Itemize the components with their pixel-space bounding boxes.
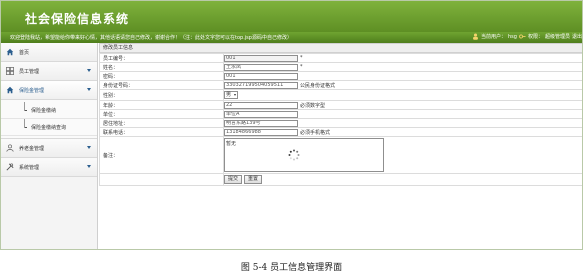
form-row: 年龄： 22 必须数字型 <box>99 100 582 110</box>
insurance-submenu: 保险金缴纳 保险金缴纳查询 <box>1 100 97 139</box>
remark-label: 备注： <box>99 136 224 174</box>
form-row: 联系电话： 13184866988 必须手机格式 <box>99 127 582 137</box>
person-icon <box>6 144 14 152</box>
reset-button[interactable]: 重置 <box>244 175 263 184</box>
sidebar-subitem-label: 保险金缴纳查询 <box>31 124 67 131</box>
required-mark: * <box>300 64 303 70</box>
phone-hint: 必须手机格式 <box>300 129 331 136</box>
form-row: 姓名： 王永凤 * <box>99 62 582 72</box>
password-label: 密码： <box>99 71 224 81</box>
name-label: 姓名： <box>99 62 224 72</box>
sidebar-item-label: 系统管理 <box>19 164 40 171</box>
emp-no-label: 员工编号： <box>99 53 224 63</box>
remark-textarea[interactable]: 暂无 <box>224 138 384 172</box>
sidebar-item-employee[interactable]: 员工管理 <box>1 62 97 81</box>
unit-field[interactable]: 单位A <box>224 110 298 118</box>
sidebar-item-pension[interactable]: 养老金管理 <box>1 139 97 158</box>
phone-label: 联系电话： <box>99 127 224 137</box>
id-card-field[interactable]: 330327199504059511 <box>224 81 298 89</box>
role-value: 超级管理员 <box>544 34 570 40</box>
gender-select[interactable]: 男 <box>224 91 238 99</box>
grid-icon <box>6 67 14 75</box>
home-icon <box>6 86 14 94</box>
form-row: 备注： 暂无 <box>99 136 582 174</box>
sidebar-subitem-payment-query[interactable]: 保险金缴纳查询 <box>1 119 97 136</box>
phone-field[interactable]: 13184866988 <box>224 128 298 136</box>
id-card-hint: 公民身份证格式 <box>300 82 336 89</box>
emp-no-field[interactable]: 001 <box>224 54 298 62</box>
form-title: 修改员工信息 <box>99 43 582 53</box>
sidebar: 首页 员工管理 保险金管理 保险金缴纳 保险金缴纳查询 养老金管理 系统管理 <box>1 43 98 249</box>
home-icon <box>6 48 14 56</box>
figure-caption: 图 5-4 员工信息管理界面 <box>240 263 343 273</box>
sidebar-subitem-label: 保险金缴纳 <box>31 107 57 114</box>
current-user-name: hsg <box>508 33 517 40</box>
sidebar-item-home[interactable]: 首页 <box>1 43 97 62</box>
user-info: 当前用户： hsg 权限： 超级管理员 退出 <box>472 33 582 40</box>
role-label: 权限： <box>527 34 543 40</box>
sidebar-item-label: 保险金管理 <box>19 87 45 94</box>
main-content: 修改员工信息 员工编号： 001 * 姓名： 王永凤 * 密码： 001 身份证… <box>99 43 582 249</box>
sidebar-subitem-payment[interactable]: 保险金缴纳 <box>1 102 97 119</box>
edit-employee-form: 员工编号： 001 * 姓名： 王永凤 * 密码： 001 身份证号码： 330… <box>99 53 582 186</box>
remark-text: 暂无 <box>226 141 237 147</box>
age-label: 年龄： <box>99 100 224 110</box>
age-hint: 必须数字型 <box>300 102 326 109</box>
form-row: 单位： 单位A <box>99 109 582 119</box>
gender-label: 性别： <box>99 89 224 101</box>
sidebar-item-insurance[interactable]: 保险金管理 <box>1 81 97 100</box>
form-row: 身份证号码： 330327199504059511 公民身份证格式 <box>99 80 582 90</box>
chevron-down-icon <box>234 94 236 96</box>
gender-selected: 男 <box>226 92 232 98</box>
name-field[interactable]: 王永凤 <box>224 63 298 71</box>
current-user-label: 当前用户： <box>480 34 506 40</box>
sidebar-item-label: 养老金管理 <box>19 145 45 152</box>
form-row: 密码： 001 <box>99 71 582 81</box>
form-row: 员工编号： 001 * <box>99 53 582 63</box>
key-icon <box>519 34 526 39</box>
sidebar-item-label: 首页 <box>19 49 30 56</box>
submit-button[interactable]: 提交 <box>224 175 243 184</box>
chevron-down-icon <box>87 146 91 149</box>
tools-icon <box>6 163 14 171</box>
app-title: 社会保险信息系统 <box>25 12 130 26</box>
status-bar: 欢迎登陆我站，希望能给你带来好心情，其他话语请您自己修改，谢谢合作！（注：此处文… <box>1 32 582 43</box>
unit-label: 单位： <box>99 109 224 119</box>
form-row: 居住地址： 明言东路139号 <box>99 118 582 128</box>
welcome-notice: 欢迎登陆我站，希望能给你带来好心情，其他话语请您自己修改，谢谢合作！（注：此处文… <box>10 35 292 41</box>
loading-spinner-icon <box>288 149 300 161</box>
app-header: 社会保险信息系统 <box>1 1 582 32</box>
form-row: 性别： 男 <box>99 89 582 101</box>
user-icon <box>473 33 478 40</box>
id-card-label: 身份证号码： <box>99 80 224 90</box>
age-field[interactable]: 22 <box>224 101 298 109</box>
required-mark: * <box>300 55 303 61</box>
chevron-down-icon <box>87 88 91 91</box>
address-field[interactable]: 明言东路139号 <box>224 119 298 127</box>
chevron-down-icon <box>87 165 91 168</box>
app-window: 社会保险信息系统 欢迎登陆我站，希望能给你带来好心情，其他话语请您自己修改，谢谢… <box>0 0 583 250</box>
address-label: 居住地址： <box>99 118 224 128</box>
sidebar-item-system[interactable]: 系统管理 <box>1 158 97 177</box>
chevron-down-icon <box>87 69 91 72</box>
password-field[interactable]: 001 <box>224 72 298 80</box>
form-row: 提交 重置 <box>99 173 582 186</box>
sidebar-item-label: 员工管理 <box>19 68 40 75</box>
logout-link[interactable]: 退出 <box>572 33 582 40</box>
